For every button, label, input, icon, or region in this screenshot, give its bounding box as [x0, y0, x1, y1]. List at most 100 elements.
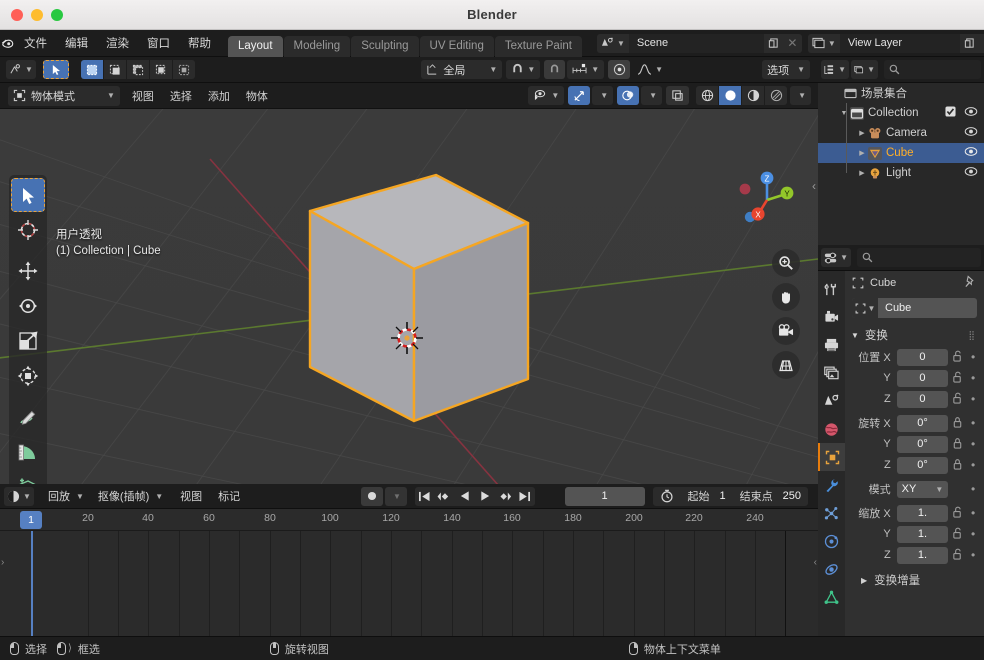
scale-x-input[interactable]: 1. — [897, 505, 949, 522]
expander-icon[interactable]: ▶ — [856, 149, 868, 157]
camera-view-icon[interactable] — [772, 317, 800, 345]
shading-dropdown[interactable]: ▼ — [790, 86, 811, 105]
snap-magnet-icon[interactable]: ▼ — [506, 60, 540, 79]
expander-icon[interactable]: ▼ — [851, 331, 859, 340]
keying-set-dropdown[interactable]: ▼ — [385, 487, 407, 506]
play-reverse-icon[interactable] — [455, 487, 475, 506]
sidebar-collapse-arrow[interactable]: ‹ — [812, 179, 816, 193]
tab-texture-paint[interactable]: Texture Paint — [495, 36, 582, 57]
timeline-menu-view[interactable]: 视图 — [172, 488, 210, 504]
frame-start-field[interactable]: 起始 1 — [681, 487, 733, 506]
viewport-options-dropdown[interactable]: 选项 ▼ — [762, 60, 810, 79]
select-extend-icon[interactable] — [104, 60, 126, 79]
play-icon[interactable] — [475, 487, 495, 506]
physics-tab[interactable] — [818, 527, 845, 555]
animate-dot-icon[interactable]: • — [966, 371, 980, 385]
object-tab[interactable] — [818, 443, 845, 471]
location-z-input[interactable]: 0 — [897, 391, 949, 408]
animate-dot-icon[interactable]: • — [966, 458, 980, 472]
tool-tab[interactable] — [818, 275, 845, 303]
menu-file[interactable]: 文件 — [15, 30, 56, 57]
falloff-curve-dropdown[interactable]: ▼ — [632, 60, 668, 79]
view-layer-tab[interactable] — [818, 359, 845, 387]
scale-y-input[interactable]: 1. — [897, 526, 949, 543]
timeline-left-arrow[interactable]: › — [1, 557, 4, 568]
lock-icon[interactable] — [948, 437, 966, 452]
viewport-menu-add[interactable]: 添加 — [200, 88, 238, 104]
delta-transform-panel-header[interactable]: ▶ 变换增量 — [845, 570, 984, 590]
scale-z-input[interactable]: 1. — [897, 547, 949, 564]
measure-tool[interactable] — [11, 435, 45, 469]
object-square-icon[interactable]: ▼ — [852, 298, 878, 318]
unlink-scene-button[interactable]: ✕ — [783, 34, 802, 53]
tab-layout[interactable]: Layout — [228, 36, 283, 57]
timeline-menu-marker[interactable]: 标记 — [210, 488, 248, 504]
gizmo-dropdown[interactable]: ▼ — [592, 86, 613, 105]
gizmo-icon[interactable] — [568, 86, 590, 105]
properties-editor[interactable]: ▼ — [818, 245, 984, 660]
object-mode-dropdown[interactable]: 物体模式 ▼ — [8, 86, 120, 106]
solid-icon[interactable] — [719, 86, 741, 105]
rendered-icon[interactable] — [765, 86, 787, 105]
unlock-icon[interactable] — [948, 392, 966, 407]
jump-end-icon[interactable] — [515, 487, 535, 506]
tweak-tool[interactable] — [11, 178, 45, 212]
grip-dots-icon[interactable]: ⣿ — [968, 330, 976, 341]
animate-dot-icon[interactable]: • — [966, 437, 980, 451]
output-tab[interactable] — [818, 331, 845, 359]
transform-tool[interactable] — [11, 359, 45, 393]
viewport-menu-select[interactable]: 选择 — [162, 88, 200, 104]
select-intersect-icon[interactable] — [173, 60, 195, 79]
tab-sculpting[interactable]: Sculpting — [351, 36, 418, 57]
editor-type-icon[interactable]: ▼ — [6, 60, 36, 79]
viewport-menu-view[interactable]: 视图 — [124, 88, 162, 104]
rotation-y-input[interactable]: 0° — [897, 436, 949, 453]
scene-icon[interactable]: ▼ — [597, 34, 629, 53]
outliner-editor[interactable]: ▼ ▼ 场景集合 ▼ Collection — [818, 57, 984, 245]
view-layer-name-field[interactable]: View Layer — [840, 34, 960, 53]
data-tab[interactable] — [818, 583, 845, 611]
tab-uv-editing[interactable]: UV Editing — [420, 36, 494, 57]
animate-dot-icon[interactable]: • — [966, 482, 980, 496]
outliner-display-icon[interactable]: ▼ — [821, 60, 849, 79]
playhead-frame-label[interactable]: 1 — [20, 511, 42, 529]
pan-hand-icon[interactable] — [772, 283, 800, 311]
world-tab[interactable] — [818, 415, 845, 443]
object-name-field[interactable]: ▼ Cube — [852, 298, 977, 318]
move-tool[interactable] — [11, 254, 45, 288]
menu-edit[interactable]: 编辑 — [56, 30, 97, 57]
3d-viewport[interactable]: ▼ — [0, 57, 818, 484]
new-scene-button[interactable] — [764, 34, 783, 53]
expander-icon[interactable]: ▶ — [861, 576, 867, 585]
modifiers-tab[interactable] — [818, 471, 845, 499]
cursor-select-icon[interactable] — [43, 60, 69, 79]
animate-dot-icon[interactable]: • — [966, 548, 980, 562]
scene-tab[interactable] — [818, 387, 845, 415]
unlock-icon[interactable] — [948, 350, 966, 365]
outliner-row-cube[interactable]: ▶ Cube — [818, 143, 984, 163]
keying-menu[interactable]: 抠像(插帧) ▼ — [93, 487, 168, 506]
unlock-icon[interactable] — [948, 506, 966, 521]
viewport-menu-object[interactable]: 物体 — [238, 88, 276, 104]
menu-help[interactable]: 帮助 — [179, 30, 220, 57]
prev-keyframe-icon[interactable] — [435, 487, 455, 506]
timeline-ruler[interactable]: 1 20 40 60 80 100 120 140 160 180 200 22… — [0, 509, 818, 531]
visibility-eye-icon[interactable] — [964, 146, 978, 160]
frame-end-field[interactable]: 结束点 250 — [733, 487, 808, 506]
rotation-x-input[interactable]: 0° — [897, 415, 949, 432]
timeline-editor-icon[interactable]: ▼ — [4, 487, 34, 506]
menu-window[interactable]: 窗口 — [138, 30, 179, 57]
viewport-canvas[interactable]: 用户透视 (1) Collection | Cube Z Y X — [0, 109, 818, 484]
overlays-dropdown[interactable]: ▼ — [641, 86, 662, 105]
xray-icon[interactable] — [666, 86, 689, 105]
pin-icon[interactable] — [964, 275, 976, 291]
animate-dot-icon[interactable]: • — [966, 350, 980, 364]
properties-editor-icon[interactable]: ▼ — [821, 248, 851, 267]
animate-dot-icon[interactable]: • — [966, 527, 980, 541]
timeline-right-arrow[interactable]: ‹ — [814, 557, 817, 568]
expander-icon[interactable]: ▶ — [856, 169, 868, 177]
animate-dot-icon[interactable]: • — [966, 416, 980, 430]
outliner-row-camera[interactable]: ▶ Camera — [818, 123, 984, 143]
menu-render[interactable]: 渲染 — [97, 30, 138, 57]
outliner-search-input[interactable] — [884, 60, 981, 79]
